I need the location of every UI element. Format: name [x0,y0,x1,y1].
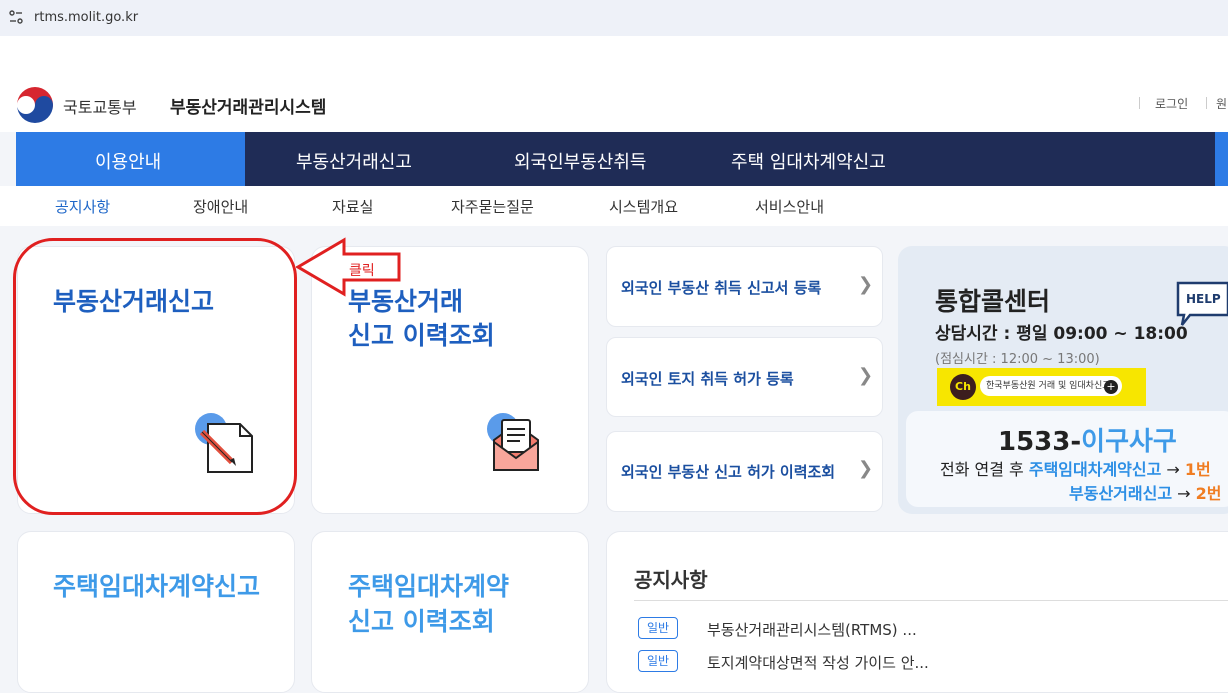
instruction-prefix: 전화 연결 후 [940,460,1029,479]
main-nav-real-estate-report[interactable]: 부동산거래신고 [296,148,412,174]
tune-icon[interactable] [9,10,23,24]
phone-number-digits: 1533- [998,427,1082,457]
instruction-arrow: → [1172,484,1196,503]
main-nav-rental-report[interactable]: 주택 임대차계약신고 [731,148,886,174]
card-title-line2: 신고 이력조회 [348,607,495,636]
call-center-break: (점심시간 : 12:00 ~ 13:00) [935,352,1100,367]
sub-nav-faq[interactable]: 자주묻는질문 [451,196,534,217]
kakao-channel-text: 한국부동산원 거래 및 임대차신고 [980,376,1122,396]
card-rental-report[interactable] [17,531,295,693]
chevron-right-icon: ❯ [858,365,874,386]
instruction-key: 1번 [1184,460,1211,479]
instruction-arrow: → [1161,460,1185,479]
help-badge-text: HELP [1186,292,1221,306]
notice-item[interactable]: 부동산거래관리시스템(RTMS) ... [707,619,917,640]
notice-item[interactable]: 토지계약대상면적 작성 가이드 안... [707,652,929,673]
sub-nav-notice[interactable]: 공지사항 [55,196,110,217]
card-title: 주택임대차계약신고 [53,572,261,601]
notice-badge: 일반 [638,617,678,639]
main-nav-guide[interactable]: 이용안내 [95,148,161,174]
phone-number-word: 이구사구 [1081,427,1177,457]
sub-nav-archive[interactable]: 자료실 [332,196,373,217]
chevron-right-icon: ❯ [858,458,874,479]
main-nav-right-accent [1215,132,1228,186]
header-divider [1139,97,1140,109]
card-title-line1: 주택임대차계약 [348,572,510,601]
notice-badge: 일반 [638,650,678,672]
browser-address-bar [0,0,1228,36]
foreign-link-label: 외국인 부동산 신고 허가 이력조회 [621,463,836,481]
call-instruction-line2: 부동산거래신고 → 2번 [1069,480,1221,504]
sub-nav-outage[interactable]: 장애안내 [193,196,248,217]
kakao-channel-icon: Ch [950,374,976,400]
sub-nav-system-overview[interactable]: 시스템개요 [609,196,678,217]
browser-toolbar-spacer [0,36,1228,77]
call-center-hours: 상담시간 : 평일 09:00 ~ 18:00 [935,324,1188,344]
instruction-service: 부동산거래신고 [1069,484,1173,503]
chevron-right-icon: ❯ [858,274,874,295]
ministry-name[interactable]: 국토교통부 [63,94,137,118]
login-link[interactable]: 로그인 [1155,95,1188,112]
government-emblem-icon[interactable] [16,86,54,124]
plus-icon: + [1104,380,1118,394]
url-text[interactable]: rtms.molit.go.kr [34,10,138,25]
phone-number[interactable]: 1533-이구사구 [998,421,1177,458]
card-title-line2: 신고 이력조회 [348,321,495,350]
call-center-title: 통합콜센터 [935,287,1051,316]
header-divider [1206,97,1207,109]
notice-title[interactable]: 공지사항 [634,564,708,593]
system-title[interactable]: 부동산거래관리시스템 [170,93,326,118]
foreign-link-label: 외국인 부동산 취득 신고서 등록 [621,279,822,297]
mail-icon [487,413,539,471]
highlight-outline [13,238,297,515]
instruction-key: 2번 [1195,484,1222,503]
instruction-service: 주택임대차계약신고 [1028,460,1162,479]
main-nav-foreign-acquisition[interactable]: 외국인부동산취득 [514,148,646,174]
call-instruction-line1: 전화 연결 후 주택임대차계약신고 → 1번 [940,456,1211,480]
notice-divider [634,600,1228,601]
click-annotation-label: 클릭 [349,263,375,279]
foreign-link-label: 외국인 토지 취득 허가 등록 [621,370,794,388]
sub-nav-service-guide[interactable]: 서비스안내 [755,196,824,217]
header-link-cut[interactable]: 원 [1216,95,1227,112]
